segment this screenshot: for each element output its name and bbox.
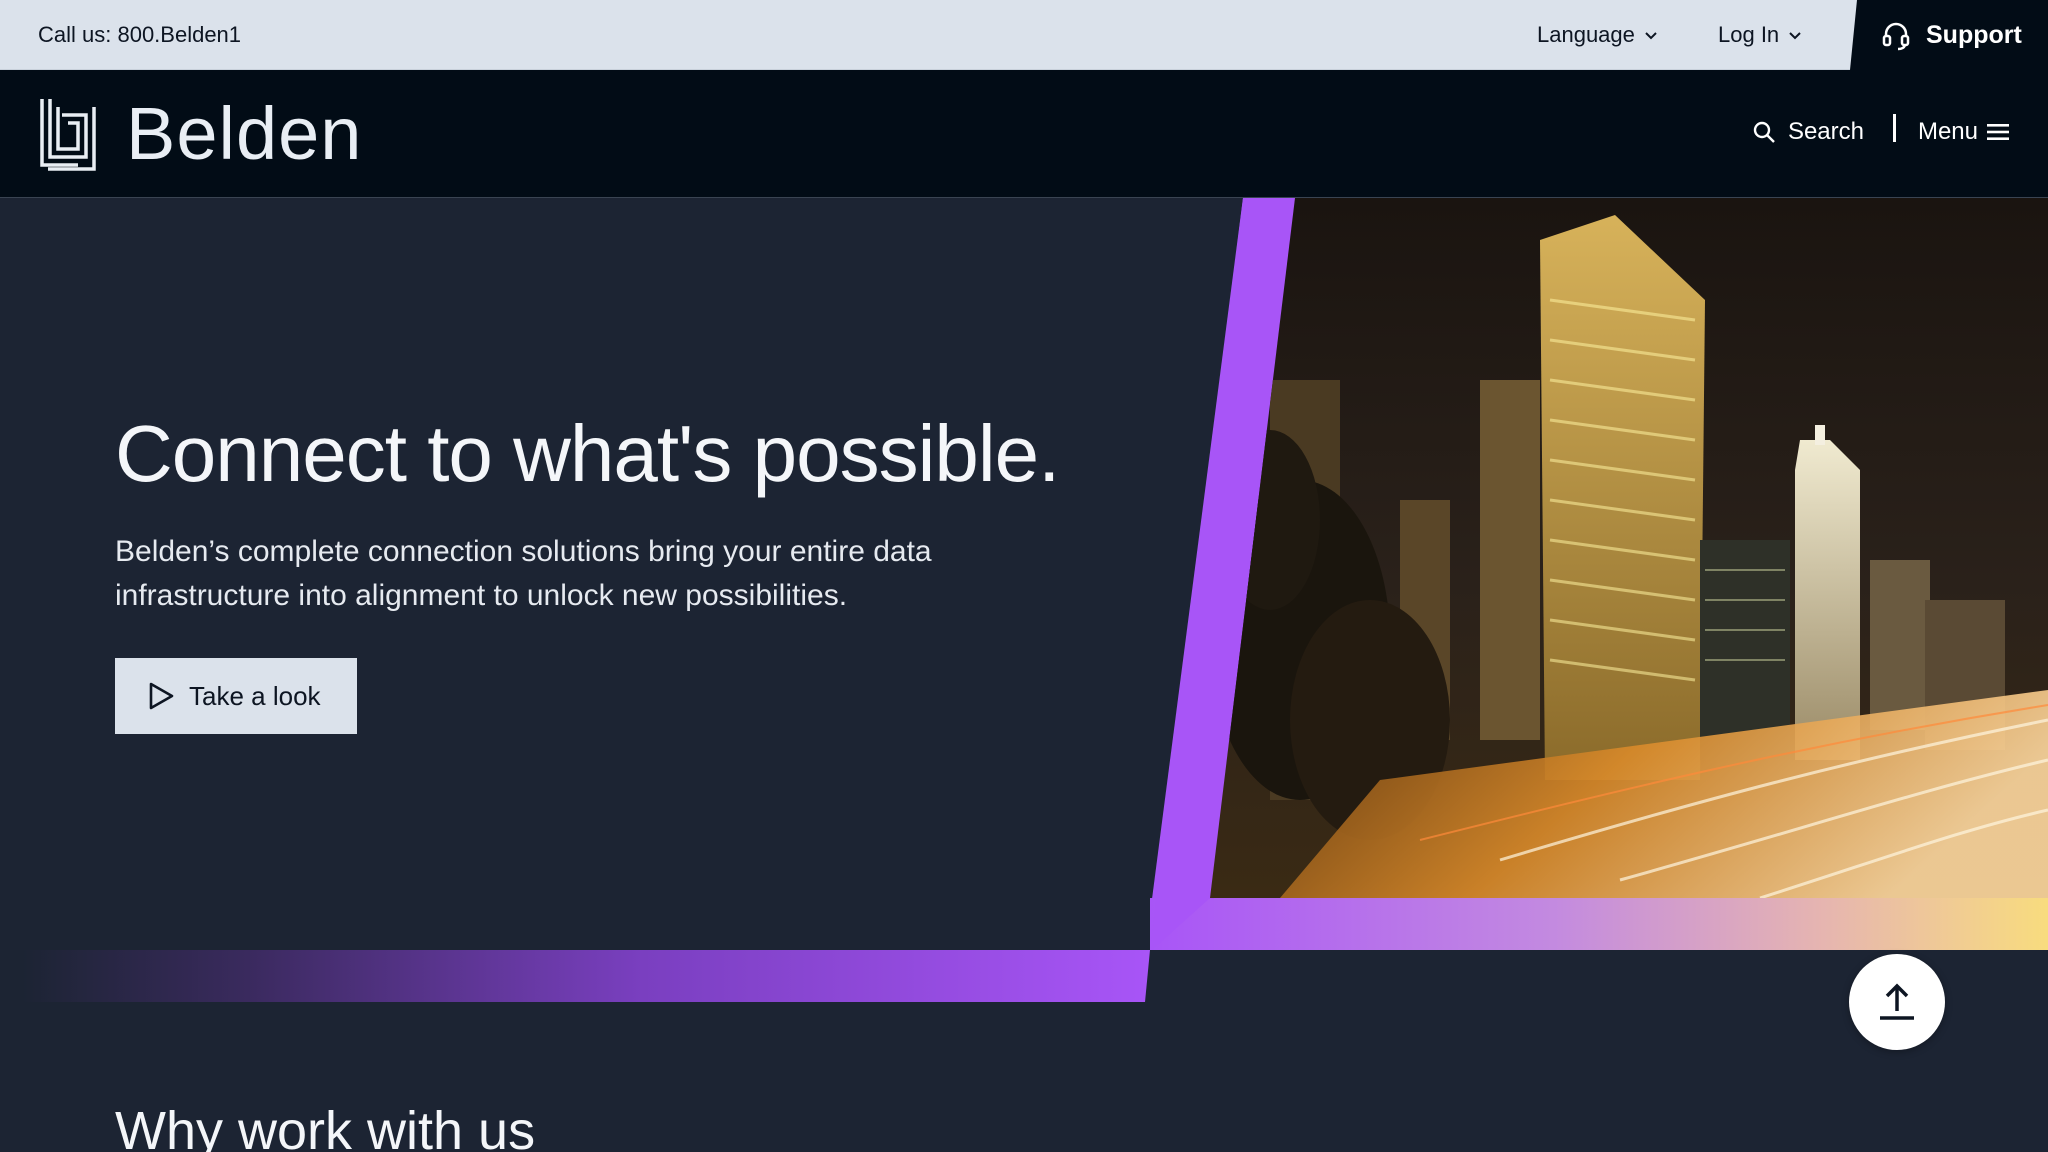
- page: Call us: 800.Belden1 Language Log In Sup…: [0, 0, 2048, 1152]
- nav-divider: [1893, 114, 1896, 142]
- search-icon: [1753, 121, 1775, 143]
- support-label: Support: [1926, 20, 2022, 49]
- belden-logo-icon: [40, 99, 96, 171]
- support-button[interactable]: Support: [1850, 0, 2048, 70]
- menu-label: Menu: [1917, 118, 1978, 145]
- belden-logo[interactable]: Belden: [38, 94, 362, 174]
- chevron-down-icon: [1789, 32, 1801, 40]
- search-label: Search: [1787, 118, 1864, 145]
- why-work-with-us-heading: Why work with us: [115, 1101, 536, 1152]
- call-us-link[interactable]: Call us: 800.Belden1: [38, 22, 241, 48]
- main-header: Belden Search Menu: [0, 70, 2048, 198]
- login-label: Log In: [1718, 22, 1780, 47]
- hamburger-icon: [1987, 124, 2009, 140]
- left-gradient-stripe: [22, 950, 1150, 1002]
- play-icon: [149, 682, 174, 710]
- search-button[interactable]: Search: [1752, 118, 1864, 146]
- cta-label: Take a look: [189, 680, 321, 711]
- right-gradient-stripe: [1150, 898, 2048, 950]
- menu-button[interactable]: Menu: [1918, 118, 2010, 146]
- chevron-down-icon: [1645, 32, 1657, 40]
- language-dropdown[interactable]: Language: [1537, 22, 1659, 48]
- hero-title: Connect to what's possible.: [115, 409, 1060, 498]
- language-label: Language: [1537, 22, 1635, 47]
- login-dropdown[interactable]: Log In: [1718, 22, 1803, 48]
- scroll-to-top-button[interactable]: [1849, 954, 1945, 1050]
- arrow-up-icon: [1880, 983, 1914, 1020]
- city-photo: [1210, 198, 2048, 898]
- take-a-look-button[interactable]: Take a look: [115, 658, 357, 734]
- logo-wordmark: Belden: [126, 92, 363, 175]
- headset-icon: [1882, 22, 1910, 51]
- hero-subtitle: Belden’s complete connection solutions b…: [115, 535, 932, 612]
- top-utility-bar: Call us: 800.Belden1 Language Log In Sup…: [0, 0, 2048, 70]
